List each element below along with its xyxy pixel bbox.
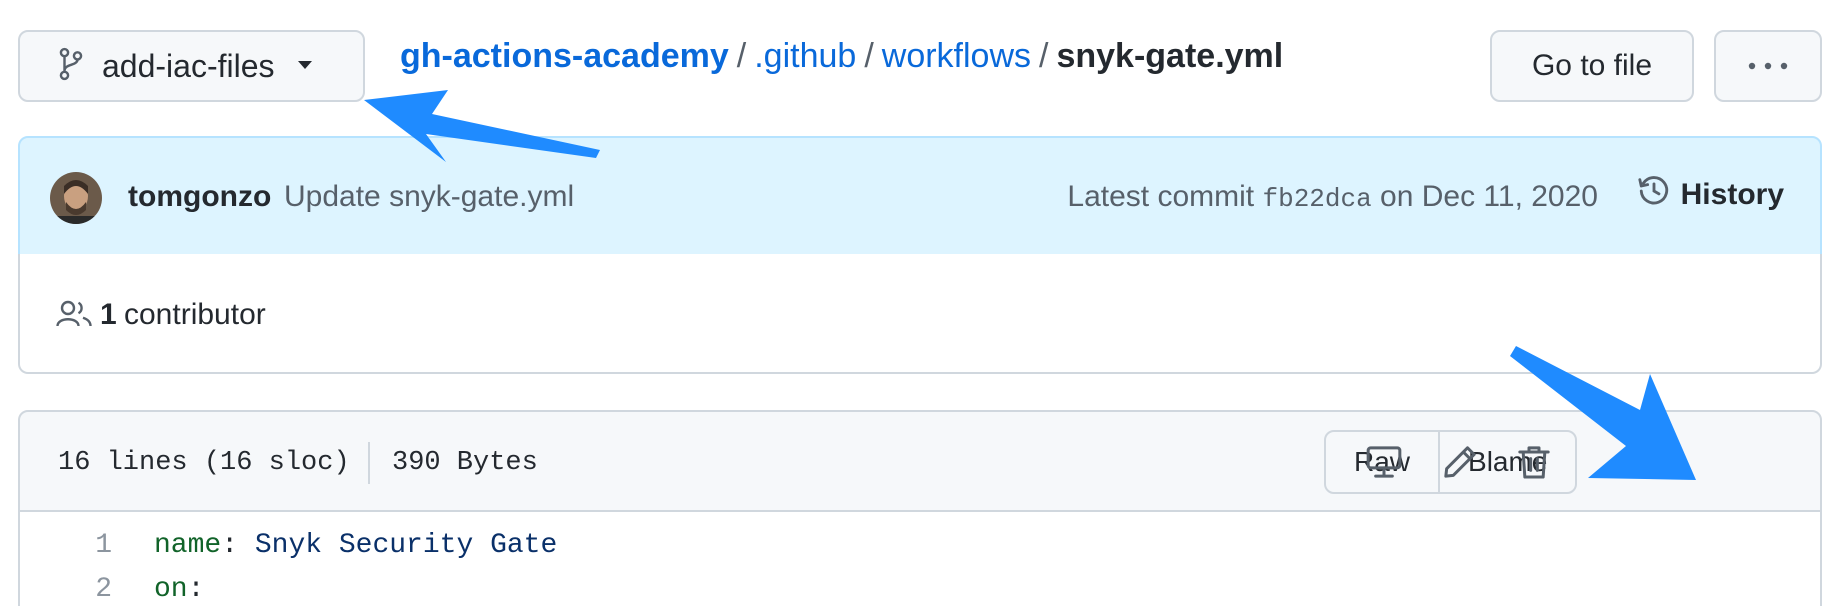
yaml-value: Snyk Security Gate (238, 530, 558, 561)
commit-message-link[interactable]: Update snyk-gate.yml (284, 180, 574, 214)
trash-icon[interactable] (1514, 442, 1554, 487)
breadcrumb-separator: / (1039, 37, 1049, 75)
code-line: 1 name: Snyk Security Gate (20, 530, 1820, 574)
go-to-file-button[interactable]: Go to file (1490, 30, 1694, 102)
line-number[interactable]: 2 (20, 574, 112, 605)
avatar[interactable] (50, 172, 102, 224)
divider (368, 442, 370, 484)
commit-date: on Dec 11, 2020 (1380, 180, 1598, 213)
code-line: 2 on: (20, 574, 1820, 606)
people-icon (56, 298, 92, 335)
desktop-icon[interactable] (1364, 442, 1404, 487)
yaml-colon: : (187, 574, 205, 605)
code-view: 1 name: Snyk Security Gate 2 on: (18, 512, 1822, 606)
breadcrumb-current-file: snyk-gate.yml (1056, 37, 1284, 75)
code-text: on: (154, 574, 204, 605)
code-text: name: Snyk Security Gate (154, 530, 557, 561)
commit-meta: Latest commit fb22dca on Dec 11, 2020 (1067, 180, 1598, 214)
file-header: 16 lines (16 sloc) 390 Bytes Raw Blame (18, 410, 1822, 512)
yaml-key: name (154, 530, 222, 561)
commit-sha-link[interactable]: fb22dca (1262, 184, 1371, 214)
history-icon (1637, 174, 1681, 216)
commit-prefix: Latest commit (1067, 180, 1255, 213)
contributors-bar: 1 contributor (18, 254, 1822, 374)
breadcrumb: gh-actions-academy / .github / workflows / sny… (400, 34, 1283, 78)
commit-author-link[interactable]: tomgonzo (128, 180, 271, 214)
file-line-count: 16 lines (16 sloc) (58, 448, 350, 478)
breadcrumb-separator: / (864, 37, 874, 75)
branch-selector-button[interactable]: add-iac-files (18, 30, 365, 102)
line-number[interactable]: 1 (20, 530, 112, 561)
kebab-horizontal-icon (1748, 57, 1788, 75)
breadcrumb-workflows-link[interactable]: workflows (882, 37, 1031, 75)
contributor-count[interactable]: 1 (100, 298, 117, 332)
breadcrumb-github-link[interactable]: .github (754, 37, 856, 75)
breadcrumb-repo-link[interactable]: gh-actions-academy (400, 37, 729, 75)
breadcrumb-separator: / (736, 37, 747, 75)
pencil-icon[interactable] (1440, 442, 1480, 487)
history-link[interactable]: History (1637, 174, 1784, 216)
git-branch-icon (58, 47, 84, 86)
contributor-label[interactable]: contributor (124, 298, 266, 332)
yaml-colon: : (221, 530, 239, 561)
latest-commit-bar: tomgonzo Update snyk-gate.yml Latest com… (18, 136, 1822, 256)
caret-down-icon (297, 57, 313, 75)
more-options-button[interactable] (1714, 30, 1822, 102)
history-label: History (1680, 178, 1784, 211)
file-size: 390 Bytes (392, 448, 538, 478)
yaml-key: on (154, 574, 188, 605)
branch-name: add-iac-files (102, 47, 275, 84)
